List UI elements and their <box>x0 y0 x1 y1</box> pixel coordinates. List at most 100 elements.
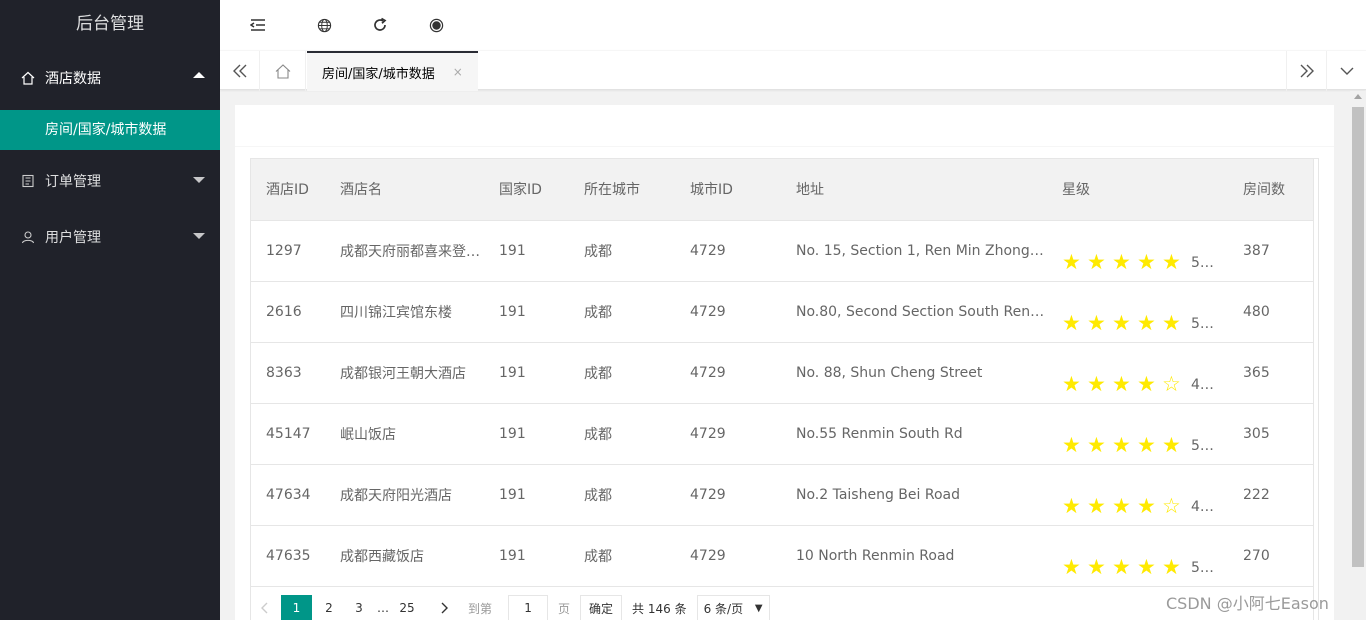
column-header[interactable]: 酒店ID <box>251 159 325 221</box>
star-filled-icon: ★ <box>1062 432 1081 457</box>
table-row[interactable]: 2616 四川锦江宾馆东楼 191 成都 4729 No.80, Second Secti… <box>251 281 1314 343</box>
sidebar-subitem-room-country-city[interactable]: 房间/国家/城市数据 <box>0 110 220 150</box>
star-filled-icon: ★ <box>1087 371 1106 396</box>
cell-hotel-id: 47634 <box>251 464 325 526</box>
column-header[interactable]: 所在城市 <box>569 159 675 221</box>
cell-country-id: 191 <box>484 403 569 465</box>
per-page-select[interactable]: 6 条/页 ▼ <box>696 595 770 620</box>
star-filled-icon: ★ <box>1112 371 1131 396</box>
column-header[interactable]: 城市ID <box>675 159 781 221</box>
refresh-button[interactable] <box>352 0 408 50</box>
page-ellipsis: … <box>377 601 389 615</box>
star-filled-icon: ★ <box>1087 310 1106 335</box>
star-rating: ★ ★ ★ ★ ☆ 4星级 <box>1062 373 1227 395</box>
star-filled-icon: ★ <box>1112 554 1131 579</box>
goto-confirm-button[interactable]: 确定 <box>580 595 623 620</box>
cell-address: No.2 Taisheng Bei Road <box>781 464 1047 526</box>
cell-name: 成都银河王朝大酒店 <box>325 342 484 404</box>
cell-rooms: 480 <box>1228 281 1314 343</box>
star-label: 5星级 <box>1191 315 1227 332</box>
cell-rooms: 222 <box>1228 464 1314 526</box>
tabs-scroll-right-button[interactable] <box>1286 51 1326 91</box>
column-header[interactable]: 房间数 <box>1228 159 1314 221</box>
home-icon <box>20 70 36 86</box>
cell-hotel-id: 8363 <box>251 342 325 404</box>
column-header[interactable]: 酒店名 <box>325 159 484 221</box>
star-filled-icon: ★ <box>1162 432 1181 457</box>
star-filled-icon: ★ <box>1162 310 1181 335</box>
goto-page-input[interactable]: 1 <box>508 595 549 620</box>
cell-address: No. 15, Section 1, Ren Min Zhong Road <box>781 220 1047 282</box>
globe-icon <box>317 18 331 32</box>
cell-country-id: 191 <box>484 220 569 282</box>
tabs-scroll-left-button[interactable] <box>220 51 260 91</box>
sidebar-item-users[interactable]: 用户管理 <box>0 209 220 265</box>
column-header[interactable]: 国家ID <box>484 159 569 221</box>
caret-up-icon <box>193 72 205 78</box>
star-filled-icon: ★ <box>1137 310 1156 335</box>
sidebar-item-hotel-data[interactable]: 酒店数据 <box>0 50 220 106</box>
cell-country-id: 191 <box>484 281 569 343</box>
user-icon <box>20 229 36 245</box>
star-filled-icon: ★ <box>1137 554 1156 579</box>
star-label: 4星级 <box>1191 498 1227 515</box>
next-page-button[interactable] <box>432 595 458 620</box>
sidebar-item-label: 酒店数据 <box>45 71 101 87</box>
star-rating: ★ ★ ★ ★ ★ 5星级 <box>1062 556 1227 578</box>
cell-city: 成都 <box>569 342 675 404</box>
star-rating: ★ ★ ★ ★ ☆ 4星级 <box>1062 495 1227 517</box>
star-filled-icon: ★ <box>1062 371 1081 396</box>
page-3-button[interactable]: 3 <box>346 595 372 620</box>
table-row[interactable]: 47635 成都西藏饭店 191 成都 4729 10 North Renmin Road… <box>251 525 1314 587</box>
menu-fold-button[interactable] <box>220 0 296 50</box>
table-row[interactable]: 8363 成都银河王朝大酒店 191 成都 4729 No. 88, Shun Cheng… <box>251 342 1314 404</box>
app-title: 后台管理 <box>76 14 144 34</box>
close-icon[interactable]: × <box>453 65 463 79</box>
cell-address: No.80, Second Section South Renmin Road <box>781 281 1047 343</box>
website-button[interactable] <box>296 0 352 50</box>
column-header[interactable]: 星级 <box>1047 159 1228 221</box>
cell-city-id: 4729 <box>675 464 781 526</box>
cell-city: 成都 <box>569 220 675 282</box>
table-row[interactable]: 45147 岷山饭店 191 成都 4729 No.55 Renmin South Rd ★… <box>251 403 1314 465</box>
theme-icon <box>429 18 443 32</box>
order-icon <box>20 173 36 189</box>
star-filled-icon: ★ <box>1087 249 1106 274</box>
star-filled-icon: ★ <box>1112 249 1131 274</box>
cell-name: 成都天府丽都喜来登饭店 <box>325 220 484 282</box>
page-scrollbar[interactable] <box>1350 91 1366 620</box>
theme-button[interactable] <box>408 0 464 50</box>
tab-home[interactable] <box>260 51 306 91</box>
goto-label: 到第 <box>468 601 493 616</box>
cell-rooms: 270 <box>1228 525 1314 587</box>
page-1-button[interactable]: 1 <box>281 595 312 620</box>
prev-page-button[interactable] <box>251 595 277 620</box>
cell-country-id: 191 <box>484 342 569 404</box>
pagination: 1 2 3 … 25 到第 1 页 确定 共 146 条 6 条/页 ▼ <box>251 593 770 620</box>
page-2-button[interactable]: 2 <box>316 595 342 620</box>
main-card: 酒店ID 酒店名 国家ID 所在城市 城市ID 地址 星级 房间数 1297 成都… <box>235 105 1334 620</box>
table-row[interactable]: 47634 成都天府阳光酒店 191 成都 4729 No.2 Taisheng Bei … <box>251 464 1314 526</box>
star-label: 5星级 <box>1191 437 1227 454</box>
double-chevron-right-icon <box>1300 64 1314 78</box>
table-header-row: 酒店ID 酒店名 国家ID 所在城市 城市ID 地址 星级 房间数 <box>251 159 1314 221</box>
chevron-left-icon <box>261 602 268 614</box>
tabs-menu-button[interactable] <box>1326 51 1366 91</box>
tab-room-country-city[interactable]: 房间/国家/城市数据 × <box>307 51 478 91</box>
cell-address: No.55 Renmin South Rd <box>781 403 1047 465</box>
star-label: 5星级 <box>1191 559 1227 576</box>
scroll-up-arrow-icon[interactable] <box>1354 94 1362 99</box>
column-header[interactable]: 地址 <box>781 159 1047 221</box>
cell-city-id: 4729 <box>675 525 781 587</box>
scrollbar-thumb[interactable] <box>1352 107 1364 567</box>
cell-stars: ★ ★ ★ ★ ★ 5星级 <box>1047 403 1228 465</box>
sidebar: 后台管理 酒店数据 房间/国家/城市数据 订单管理 用户管理 <box>0 0 220 620</box>
star-filled-icon: ★ <box>1062 249 1081 274</box>
top-header <box>220 0 1366 50</box>
cell-stars: ★ ★ ★ ★ ☆ 4星级 <box>1047 342 1228 404</box>
card-header <box>235 105 1334 147</box>
sidebar-item-orders[interactable]: 订单管理 <box>0 153 220 209</box>
table-row[interactable]: 1297 成都天府丽都喜来登饭店 191 成都 4729 No. 15, Section … <box>251 220 1314 282</box>
page-25-button[interactable]: 25 <box>394 595 420 620</box>
cell-city-id: 4729 <box>675 220 781 282</box>
